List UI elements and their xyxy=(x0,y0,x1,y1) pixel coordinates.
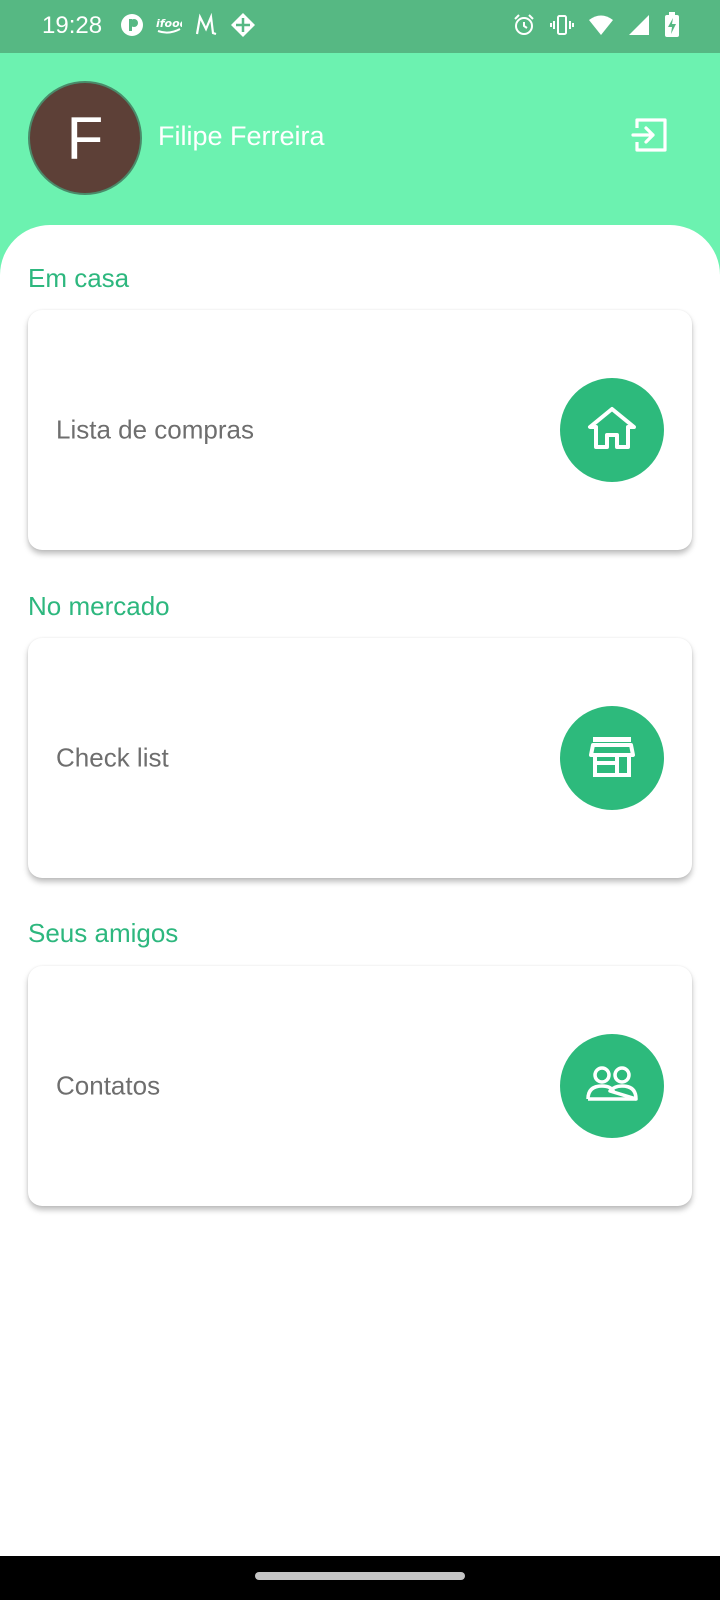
app-notification-icon xyxy=(120,13,144,37)
home-icon xyxy=(587,405,637,456)
checklist-card[interactable]: Check list xyxy=(28,638,692,878)
section-title-no-mercado: No mercado xyxy=(28,591,170,621)
card-label: Contatos xyxy=(56,1070,161,1101)
wifi-icon xyxy=(588,14,614,36)
profile-header: F Filipe Ferreira xyxy=(0,53,720,223)
checklist-button[interactable] xyxy=(560,706,664,810)
store-icon xyxy=(589,735,635,782)
avatar[interactable]: F xyxy=(28,81,142,195)
logout-button[interactable] xyxy=(628,115,672,159)
m-app-icon xyxy=(194,13,218,37)
status-bar: 19:28 ifood xyxy=(0,0,720,53)
system-nav-bar xyxy=(0,1556,720,1600)
battery-charging-icon xyxy=(664,12,680,38)
ifood-icon: ifood xyxy=(156,15,182,35)
alarm-icon xyxy=(512,13,536,37)
diamond-app-icon xyxy=(230,12,256,38)
shopping-list-button[interactable] xyxy=(560,378,664,482)
main-content: Em casa Lista de compras No mercado Chec… xyxy=(0,225,720,1556)
svg-text:ifood: ifood xyxy=(156,17,182,30)
signal-icon xyxy=(628,14,650,36)
vibrate-icon xyxy=(550,13,574,37)
home-indicator[interactable] xyxy=(255,1572,465,1580)
status-time: 19:28 xyxy=(42,12,103,39)
section-title-seus-amigos: Seus amigos xyxy=(28,918,179,948)
logout-icon xyxy=(631,116,669,159)
card-label: Lista de compras xyxy=(56,414,254,445)
people-icon xyxy=(585,1065,639,1107)
contacts-button[interactable] xyxy=(560,1034,664,1138)
section-title-em-casa: Em casa xyxy=(28,263,130,293)
card-label: Check list xyxy=(56,742,169,773)
shopping-list-card[interactable]: Lista de compras xyxy=(28,310,692,550)
user-name: Filipe Ferreira xyxy=(158,121,325,151)
status-left-icons: ifood xyxy=(120,12,256,38)
contacts-card[interactable]: Contatos xyxy=(28,966,692,1206)
status-right-icons xyxy=(512,12,680,38)
